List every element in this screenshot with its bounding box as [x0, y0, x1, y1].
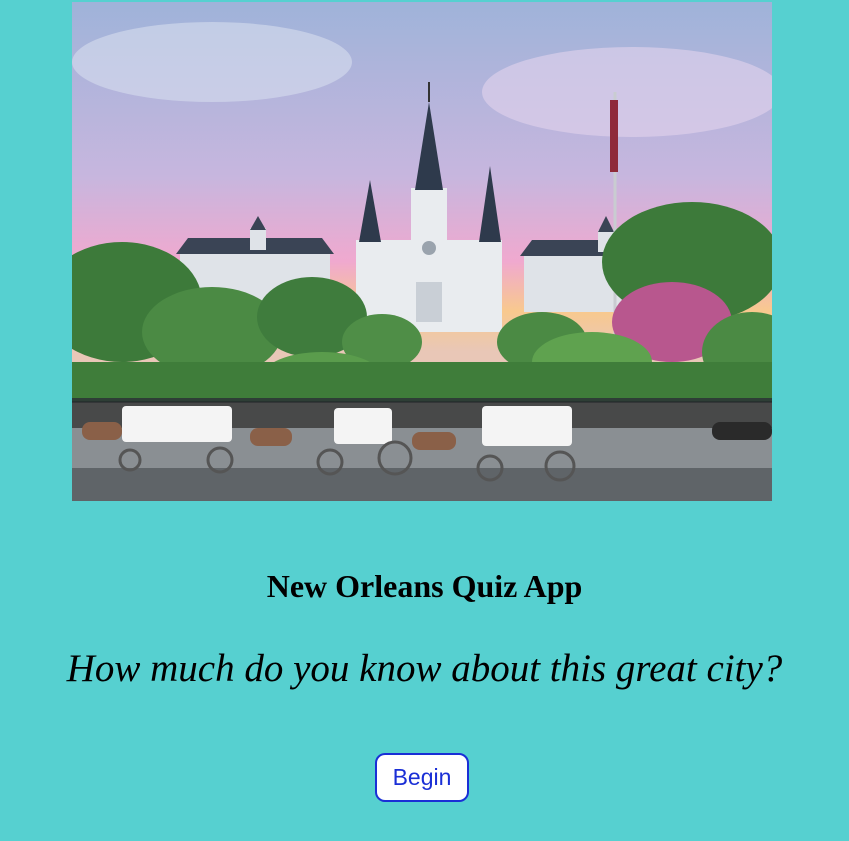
- app-subtitle: How much do you know about this great ci…: [66, 647, 783, 690]
- cathedral-scene-illustration: [72, 2, 772, 501]
- begin-button[interactable]: Begin: [375, 753, 469, 802]
- app-title: New Orleans Quiz App: [266, 568, 583, 604]
- hero-image: [72, 2, 772, 501]
